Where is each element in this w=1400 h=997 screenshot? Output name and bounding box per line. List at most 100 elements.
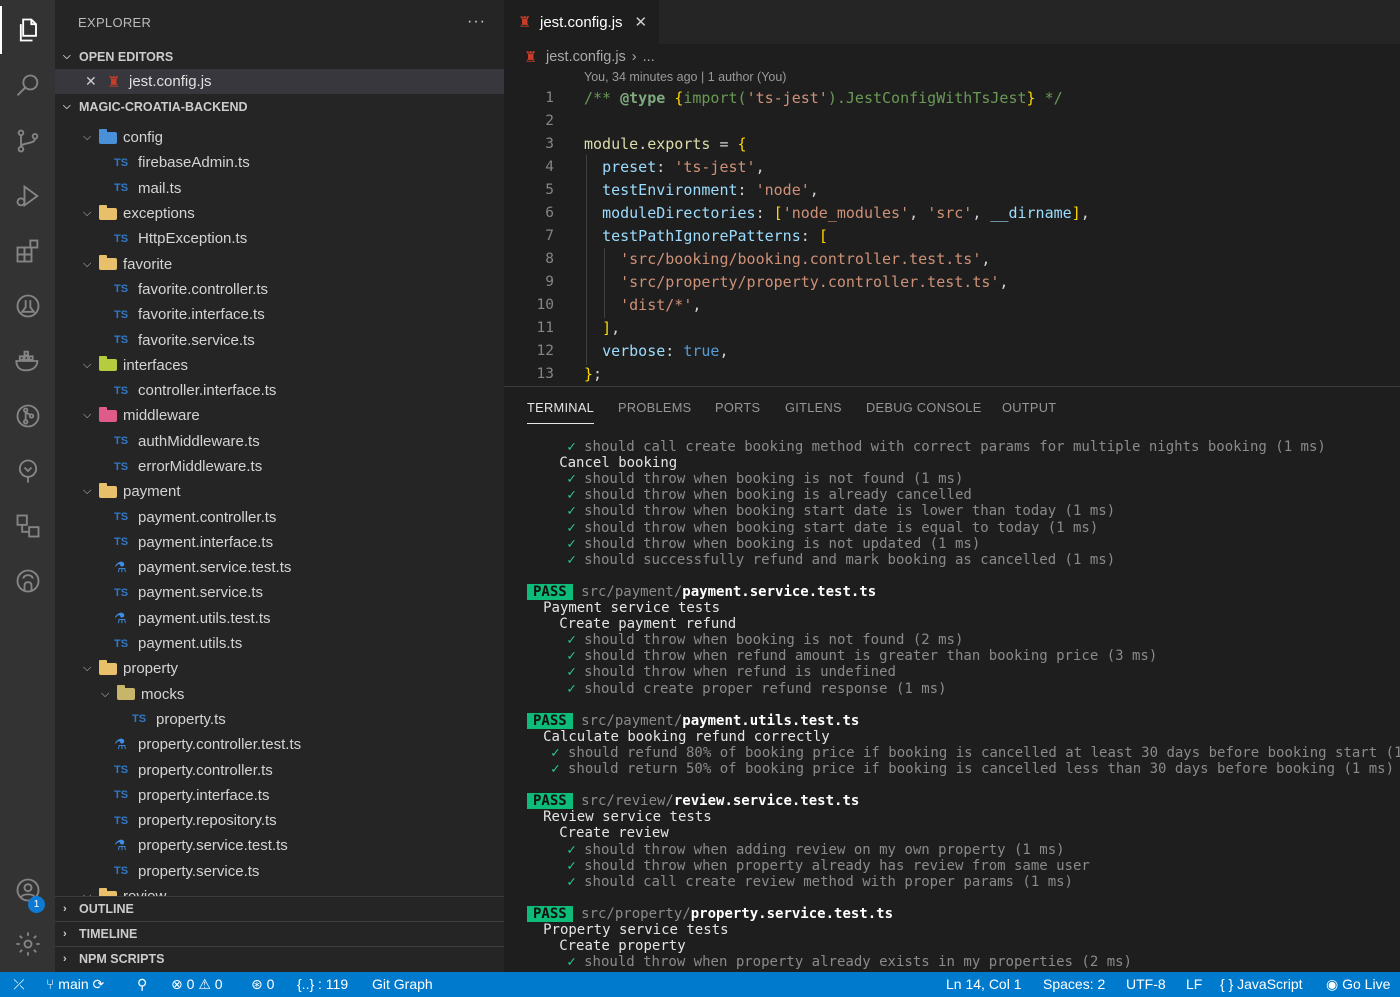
file-item[interactable]: ⚗payment.utils.test.ts bbox=[55, 606, 504, 631]
file-item[interactable]: TSproperty.service.ts bbox=[55, 859, 504, 884]
code-line[interactable]: 11 ], bbox=[504, 316, 1400, 339]
go-live-button[interactable]: ◉ Go Live bbox=[1326, 976, 1390, 993]
code-line[interactable]: 2 bbox=[504, 109, 1400, 132]
tab-debug-console[interactable]: DEBUG CONSOLE bbox=[866, 400, 982, 415]
test-result-label: should throw when booking is not updated… bbox=[584, 536, 980, 552]
indentation[interactable]: Spaces: 2 bbox=[1043, 976, 1105, 992]
tab-problems[interactable]: PROBLEMS bbox=[618, 400, 692, 415]
code-line[interactable]: 10 'dist/*', bbox=[504, 293, 1400, 316]
project-header[interactable]: ⌵ MAGIC-CROATIA-BACKEND bbox=[55, 94, 504, 119]
file-item[interactable]: TSpayment.service.ts bbox=[55, 580, 504, 605]
code-line[interactable]: 1/** @type {import('ts-jest').JestConfig… bbox=[504, 86, 1400, 109]
remote-explorer-activity[interactable] bbox=[0, 502, 55, 550]
file-item[interactable]: TSproperty.interface.ts bbox=[55, 783, 504, 808]
tab-gitlens[interactable]: GITLENS bbox=[785, 400, 842, 415]
folder-item[interactable]: ⌵favorite bbox=[55, 251, 504, 276]
open-editor-item[interactable]: ✕ ♜ jest.config.js bbox=[55, 69, 504, 94]
folder-item[interactable]: ⌵middleware bbox=[55, 403, 504, 428]
search-activity[interactable] bbox=[0, 62, 55, 110]
explorer-activity[interactable] bbox=[0, 6, 55, 54]
tab-terminal[interactable]: TERMINAL bbox=[527, 400, 594, 415]
file-item[interactable]: TSproperty.ts bbox=[55, 707, 504, 732]
live-share-activity[interactable] bbox=[0, 447, 55, 495]
folder-item[interactable]: ⌵payment bbox=[55, 479, 504, 504]
language-mode[interactable]: { } JavaScript bbox=[1220, 976, 1303, 992]
extensions-activity[interactable] bbox=[0, 227, 55, 275]
file-item[interactable]: TSauthMiddleware.ts bbox=[55, 429, 504, 454]
problems-indicator[interactable]: ⊗ 0 ⚠ 0 bbox=[171, 976, 223, 993]
code-line[interactable]: 5 testEnvironment: 'node', bbox=[504, 178, 1400, 201]
more-actions-icon[interactable]: ··· bbox=[467, 13, 486, 31]
breadcrumb-file[interactable]: jest.config.js bbox=[546, 49, 626, 65]
run-debug-activity[interactable] bbox=[0, 172, 55, 220]
breadcrumb-symbol[interactable]: ... bbox=[643, 49, 655, 65]
end-of-line[interactable]: LF bbox=[1186, 976, 1202, 992]
file-item[interactable]: TSerrorMiddleware.ts bbox=[55, 454, 504, 479]
folder-item[interactable]: ⌵exceptions bbox=[55, 201, 504, 226]
git-graph-button[interactable]: Git Graph bbox=[372, 976, 433, 992]
code-line[interactable]: 9 'src/property/property.controller.test… bbox=[504, 270, 1400, 293]
tab-jest-config[interactable]: ♜ jest.config.js ✕ bbox=[504, 0, 659, 44]
manage-activity[interactable] bbox=[0, 920, 55, 968]
tab-ports[interactable]: PORTS bbox=[715, 400, 760, 415]
folder-item[interactable]: ⌵interfaces bbox=[55, 353, 504, 378]
code-line[interactable]: 8 'src/booking/booking.controller.test.t… bbox=[504, 247, 1400, 270]
code-line[interactable]: 13}; bbox=[504, 362, 1400, 385]
file-item[interactable]: ⚗property.controller.test.ts bbox=[55, 732, 504, 757]
folder-item[interactable]: ⌵property bbox=[55, 656, 504, 681]
code-line[interactable]: 7 testPathIgnorePatterns: [ bbox=[504, 224, 1400, 247]
folder-item[interactable]: ⌵config bbox=[55, 125, 504, 150]
docker-activity[interactable] bbox=[0, 337, 55, 385]
file-item[interactable]: TScontroller.interface.ts bbox=[55, 378, 504, 403]
close-icon[interactable]: ✕ bbox=[635, 13, 648, 31]
tree-item-label: firebaseAdmin.ts bbox=[138, 154, 250, 171]
gitlens-icon bbox=[14, 402, 42, 430]
file-item[interactable]: TSpayment.interface.ts bbox=[55, 530, 504, 555]
file-item[interactable]: TSpayment.controller.ts bbox=[55, 504, 504, 529]
folder-item[interactable]: ⌵mocks bbox=[55, 682, 504, 707]
file-item[interactable]: TSproperty.repository.ts bbox=[55, 808, 504, 833]
language-label: JavaScript bbox=[1237, 976, 1302, 992]
file-item[interactable]: TSmail.ts bbox=[55, 176, 504, 201]
branch-indicator[interactable]: ⑂ main ⟳ bbox=[46, 976, 104, 993]
tab-output[interactable]: OUTPUT bbox=[1002, 400, 1056, 415]
testing-activity[interactable] bbox=[0, 282, 55, 330]
code-editor[interactable]: 1/** @type {import('ts-jest').JestConfig… bbox=[504, 86, 1400, 386]
broadcast-icon: ⊛ bbox=[251, 976, 263, 992]
gitlens-status-icon[interactable]: ⚲ bbox=[137, 976, 147, 993]
outline-section[interactable]: › OUTLINE bbox=[55, 896, 504, 921]
code-line[interactable]: 4 preset: 'ts-jest', bbox=[504, 155, 1400, 178]
code-line[interactable]: 12 verbose: true, bbox=[504, 339, 1400, 362]
file-item[interactable]: TSfavorite.controller.ts bbox=[55, 277, 504, 302]
line-content: testEnvironment: 'node', bbox=[584, 181, 819, 199]
gitlens-activity[interactable] bbox=[0, 392, 55, 440]
code-line[interactable]: 6 moduleDirectories: ['node_modules', 's… bbox=[504, 201, 1400, 224]
file-item[interactable]: TSfavorite.interface.ts bbox=[55, 302, 504, 327]
codelens-blame[interactable]: You, 34 minutes ago | 1 author (You) bbox=[584, 70, 786, 84]
code-line[interactable]: 3module.exports = { bbox=[504, 132, 1400, 155]
open-editors-header[interactable]: ⌵ OPEN EDITORS bbox=[55, 44, 504, 69]
file-item[interactable]: TSHttpException.ts bbox=[55, 226, 504, 251]
terminal-output[interactable]: ✓ should call create booking method with… bbox=[504, 439, 1400, 971]
file-item[interactable]: TSpayment.utils.ts bbox=[55, 631, 504, 656]
ports-indicator[interactable]: ⊛ 0 bbox=[251, 976, 274, 993]
source-control-activity[interactable] bbox=[0, 117, 55, 165]
file-item[interactable]: TSfavorite.service.ts bbox=[55, 327, 504, 352]
accounts-activity[interactable]: 1 bbox=[0, 866, 55, 914]
file-item[interactable]: TSfirebaseAdmin.ts bbox=[55, 150, 504, 175]
file-item[interactable]: TSproperty.controller.ts bbox=[55, 757, 504, 782]
check-icon: ✓ bbox=[567, 552, 584, 568]
sync-icon: ⟳ bbox=[93, 976, 105, 992]
remote-indicator[interactable]: ⤫ bbox=[0, 972, 38, 997]
github-activity[interactable] bbox=[0, 557, 55, 605]
file-item[interactable]: ⚗property.service.test.ts bbox=[55, 833, 504, 858]
cursor-position[interactable]: Ln 14, Col 1 bbox=[946, 976, 1022, 992]
file-item[interactable]: ⚗payment.service.test.ts bbox=[55, 555, 504, 580]
symbols-indicator[interactable]: {..} : 119 bbox=[297, 976, 348, 992]
close-icon[interactable]: ✕ bbox=[85, 73, 101, 90]
encoding[interactable]: UTF-8 bbox=[1126, 976, 1166, 992]
npm-scripts-section[interactable]: › NPM SCRIPTS bbox=[55, 946, 504, 971]
tree-item-label: exceptions bbox=[123, 205, 195, 222]
timeline-section[interactable]: › TIMELINE bbox=[55, 921, 504, 946]
terminal-line: Create payment refund bbox=[559, 616, 736, 632]
